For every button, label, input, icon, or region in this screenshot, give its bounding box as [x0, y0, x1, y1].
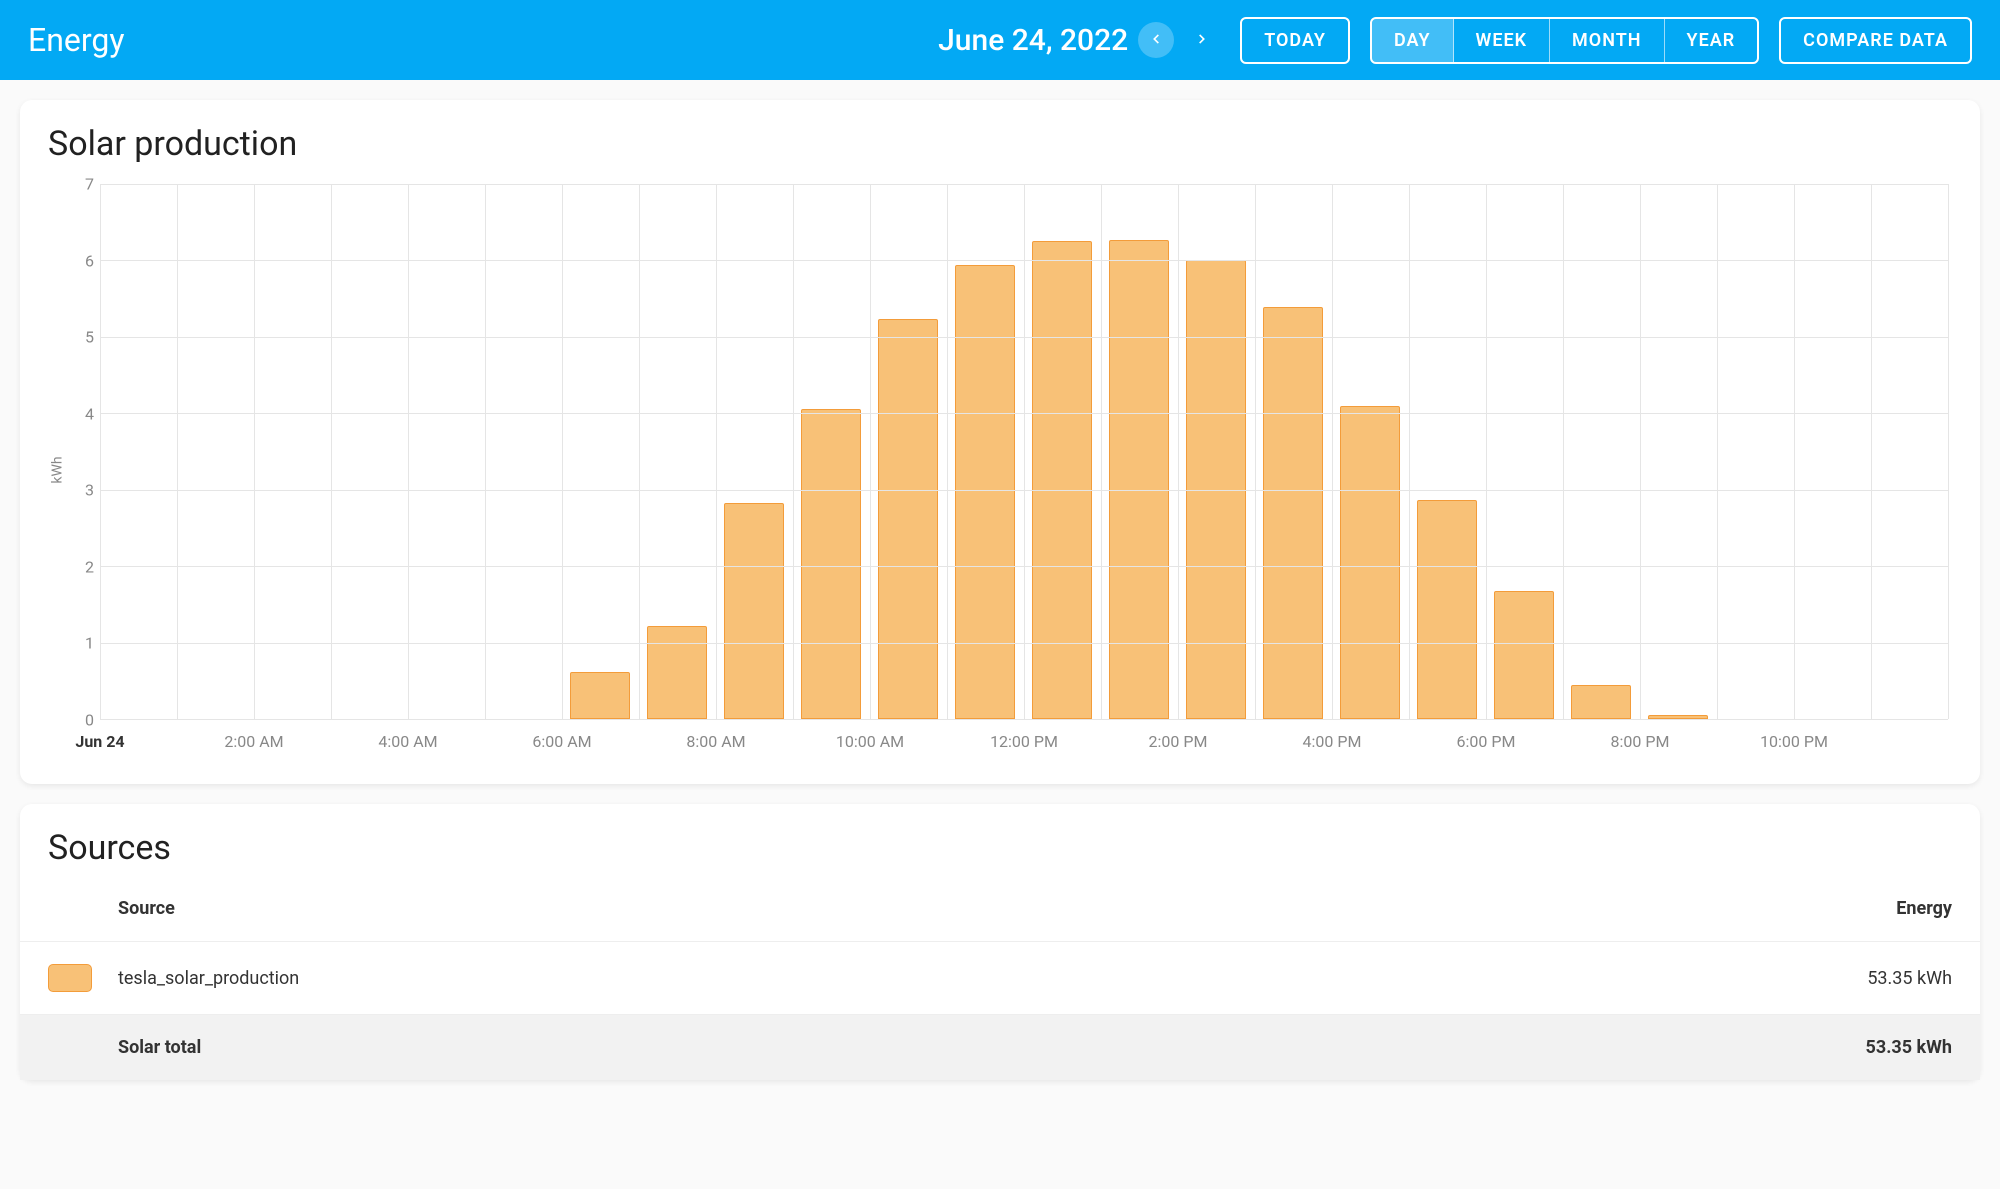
bar[interactable]: [1032, 241, 1092, 719]
range-selector: DAY WEEK MONTH YEAR: [1370, 17, 1759, 64]
top-bar: Energy June 24, 2022 TODAY DAY WEEK MONT…: [0, 0, 2000, 80]
y-axis-label: kWh: [50, 456, 66, 483]
bar[interactable]: [1494, 591, 1554, 719]
y-tick: 6: [70, 251, 94, 270]
current-date: June 24, 2022: [938, 23, 1128, 58]
today-button[interactable]: TODAY: [1240, 17, 1350, 64]
y-tick: 4: [70, 404, 94, 423]
range-month[interactable]: MONTH: [1550, 19, 1664, 62]
x-tick: 4:00 AM: [378, 732, 437, 751]
bar[interactable]: [1571, 685, 1631, 719]
sources-title: Sources: [20, 828, 1980, 868]
y-tick: 5: [70, 328, 94, 347]
bar[interactable]: [1340, 406, 1400, 719]
range-day[interactable]: DAY: [1372, 19, 1454, 62]
x-tick: 8:00 AM: [686, 732, 745, 751]
x-tick: 6:00 AM: [532, 732, 591, 751]
x-tick: 10:00 PM: [1760, 732, 1828, 751]
solar-production-chart[interactable]: kWh Jun 242:00 AM4:00 AM6:00 AM8:00 AM10…: [48, 180, 1952, 760]
y-tick: 7: [70, 175, 94, 194]
x-tick: 6:00 PM: [1457, 732, 1516, 751]
date-navigator: June 24, 2022: [938, 22, 1220, 58]
y-tick: 3: [70, 481, 94, 500]
source-energy: 53.35 kWh: [1867, 968, 1952, 989]
y-tick: 2: [70, 557, 94, 576]
header-energy: Energy: [1896, 898, 1952, 919]
chart-title: Solar production: [48, 124, 1952, 164]
x-tick: 8:00 PM: [1611, 732, 1670, 751]
chevron-right-icon: [1195, 31, 1209, 50]
range-week[interactable]: WEEK: [1454, 19, 1551, 62]
x-tick: 2:00 PM: [1149, 732, 1208, 751]
bar[interactable]: [1417, 500, 1477, 719]
bar[interactable]: [955, 265, 1015, 719]
source-swatch-icon: [48, 964, 92, 992]
bar[interactable]: [801, 409, 861, 719]
sources-header: Source Energy: [20, 884, 1980, 941]
prev-day-button[interactable]: [1138, 22, 1174, 58]
range-year[interactable]: YEAR: [1665, 19, 1758, 62]
header-source: Source: [118, 898, 1896, 919]
bar[interactable]: [570, 672, 630, 719]
chevron-left-icon: [1149, 31, 1163, 50]
x-tick: Jun 24: [75, 732, 124, 751]
source-name: tesla_solar_production: [118, 968, 1867, 989]
bar[interactable]: [878, 319, 938, 719]
sources-total-row: Solar total 53.35 kWh: [20, 1014, 1980, 1080]
sources-card: Sources Source Energy tesla_solar_produc…: [20, 804, 1980, 1080]
x-tick: 2:00 AM: [224, 732, 283, 751]
page-title: Energy: [28, 21, 124, 59]
bar[interactable]: [647, 626, 707, 719]
chart-grid: Jun 242:00 AM4:00 AM6:00 AM8:00 AM10:00 …: [100, 184, 1948, 720]
bar[interactable]: [724, 503, 784, 719]
next-day-button[interactable]: [1184, 22, 1220, 58]
bar[interactable]: [1109, 240, 1169, 719]
total-label: Solar total: [118, 1037, 1866, 1058]
y-tick: 1: [70, 634, 94, 653]
total-energy: 53.35 kWh: [1866, 1037, 1952, 1058]
source-row[interactable]: tesla_solar_production 53.35 kWh: [20, 941, 1980, 1014]
x-tick: 10:00 AM: [836, 732, 904, 751]
y-tick: 0: [70, 711, 94, 730]
x-tick: 12:00 PM: [990, 732, 1058, 751]
compare-data-button[interactable]: COMPARE DATA: [1779, 17, 1972, 64]
solar-production-card: Solar production kWh Jun 242:00 AM4:00 A…: [20, 100, 1980, 784]
x-tick: 4:00 PM: [1303, 732, 1362, 751]
bar[interactable]: [1263, 307, 1323, 719]
